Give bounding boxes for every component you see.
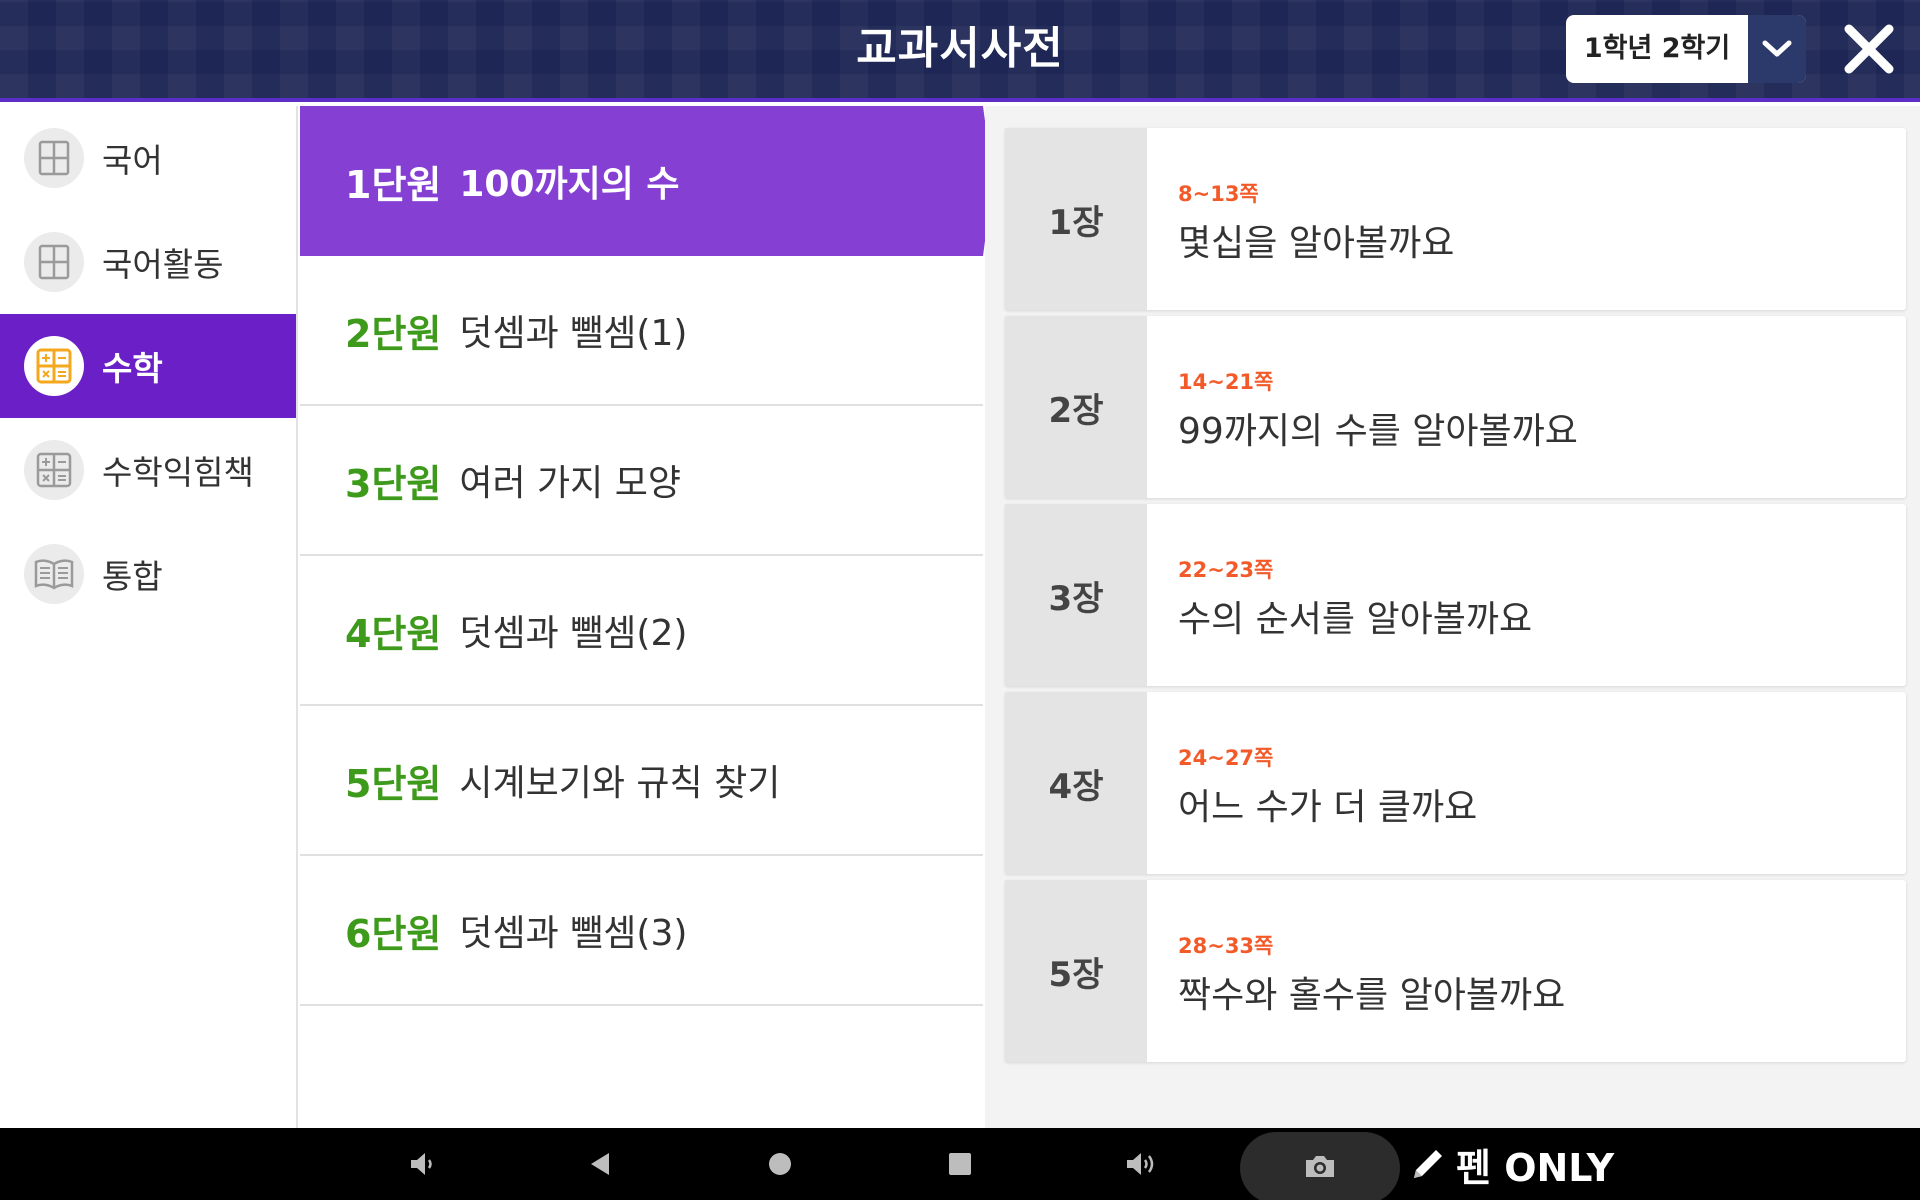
- unit-name: 덧셈과 뺄셈(3): [459, 913, 688, 954]
- sidebar-item-label: 수학익힘책: [102, 453, 254, 492]
- unit-name: 여러 가지 모양: [459, 463, 681, 504]
- chapter-pages: 24~27쪽: [1178, 746, 1274, 770]
- unit-number: 5단원: [345, 761, 442, 806]
- camera-icon: [1303, 1152, 1337, 1184]
- home-icon[interactable]: [758, 1128, 802, 1200]
- sidebar-item-integrated[interactable]: 통합: [0, 522, 296, 626]
- sidebar-item-math-workbook[interactable]: 수학익힘책: [0, 418, 296, 522]
- chapter-title: 99까지의 수를 알아볼까요: [1178, 411, 1578, 452]
- grade-semester-select[interactable]: 1학년 2학기: [1566, 15, 1806, 83]
- chapter-number: 1장: [1005, 128, 1147, 310]
- unit-number: 3단원: [345, 461, 442, 506]
- chapter-title: 어느 수가 더 클까요: [1178, 787, 1478, 828]
- sidebar-item-korean-activity[interactable]: 국어활동: [0, 210, 296, 314]
- unit-item[interactable]: 6단원 덧셈과 뺄셈(3): [300, 856, 983, 1006]
- sidebar-item-label: 국어활동: [102, 245, 224, 284]
- sidebar-item-label: 통합: [102, 557, 163, 596]
- unit-item[interactable]: 2단원 덧셈과 뺄셈(1): [300, 256, 983, 406]
- chapter-number: 5장: [1005, 880, 1147, 1062]
- pen-only-toggle[interactable]: 펜 ONLY: [1408, 1128, 1614, 1200]
- volume-up-icon[interactable]: [1118, 1128, 1162, 1200]
- chapter-pages: 8~13쪽: [1178, 182, 1259, 206]
- unit-item[interactable]: 1단원 100까지의 수: [300, 106, 993, 256]
- unit-number: 4단원: [345, 611, 442, 656]
- sidebar-item-label: 국어: [102, 141, 163, 180]
- close-icon[interactable]: [1838, 18, 1900, 80]
- chapter-pages: 28~33쪽: [1178, 934, 1274, 958]
- chapter-title: 짝수와 홀수를 알아볼까요: [1178, 975, 1566, 1016]
- chapter-card[interactable]: 1장 8~13쪽 몇십을 알아볼까요: [1005, 128, 1906, 310]
- subject-sidebar: 국어 국어활동 수학 수학익힘책 통합: [0, 106, 298, 1128]
- chapter-card[interactable]: 4장 24~27쪽 어느 수가 더 클까요: [1005, 692, 1906, 874]
- unit-number: 1단원: [345, 162, 442, 207]
- pen-only-label: 펜 ONLY: [1456, 1145, 1615, 1190]
- chapter-card[interactable]: 2장 14~21쪽 99까지의 수를 알아볼까요: [1005, 316, 1906, 498]
- screenshot-button[interactable]: [1240, 1132, 1400, 1200]
- unit-number: 2단원: [345, 311, 442, 356]
- chapter-title: 몇십을 알아볼까요: [1178, 223, 1455, 264]
- grade-semester-value: 1학년 2학기: [1583, 33, 1731, 64]
- sidebar-item-korean[interactable]: 국어: [0, 106, 296, 210]
- chapter-pages: 22~23쪽: [1178, 558, 1274, 582]
- back-icon[interactable]: [578, 1128, 622, 1200]
- calculator-icon: [24, 336, 84, 396]
- unit-name: 덧셈과 뺄셈(1): [459, 313, 688, 354]
- unit-name: 100까지의 수: [459, 164, 680, 205]
- unit-number: 6단원: [345, 911, 442, 956]
- book-grid-icon: [24, 232, 84, 292]
- chapter-title: 수의 순서를 알아볼까요: [1178, 599, 1533, 640]
- chapter-number: 3장: [1005, 504, 1147, 686]
- chapter-pages: 14~21쪽: [1178, 370, 1274, 394]
- chapter-card[interactable]: 5장 28~33쪽 짝수와 홀수를 알아볼까요: [1005, 880, 1906, 1062]
- unit-name: 덧셈과 뺄셈(2): [459, 613, 688, 654]
- unit-name: 시계보기와 규칙 찾기: [459, 763, 781, 804]
- calculator-icon: [24, 440, 84, 500]
- recent-apps-icon[interactable]: [938, 1128, 982, 1200]
- open-book-icon: [24, 544, 84, 604]
- app-header: 교과서사전 1학년 2학기: [0, 0, 1920, 102]
- unit-item[interactable]: 3단원 여러 가지 모양: [300, 406, 983, 556]
- chapter-card[interactable]: 3장 22~23쪽 수의 순서를 알아볼까요: [1005, 504, 1906, 686]
- unit-item[interactable]: 5단원 시계보기와 규칙 찾기: [300, 706, 983, 856]
- book-grid-icon: [24, 128, 84, 188]
- chapter-number: 4장: [1005, 692, 1147, 874]
- unit-item[interactable]: 4단원 덧셈과 뺄셈(2): [300, 556, 983, 706]
- chapter-number: 2장: [1005, 316, 1147, 498]
- pencil-icon: [1408, 1144, 1448, 1184]
- unit-list: 1단원 100까지의 수 2단원 덧셈과 뺄셈(1) 3단원 여러 가지 모양 …: [300, 106, 993, 1128]
- system-nav-bar: 펜 ONLY: [0, 1128, 1920, 1200]
- sidebar-item-label: 수학: [102, 349, 163, 388]
- chapter-list: 1장 8~13쪽 몇십을 알아볼까요 2장 14~21쪽 99까지의 수를 알아…: [985, 106, 1920, 1128]
- volume-down-icon[interactable]: [400, 1128, 444, 1200]
- chevron-down-icon[interactable]: [1748, 15, 1806, 83]
- sidebar-item-math[interactable]: 수학: [0, 314, 296, 418]
